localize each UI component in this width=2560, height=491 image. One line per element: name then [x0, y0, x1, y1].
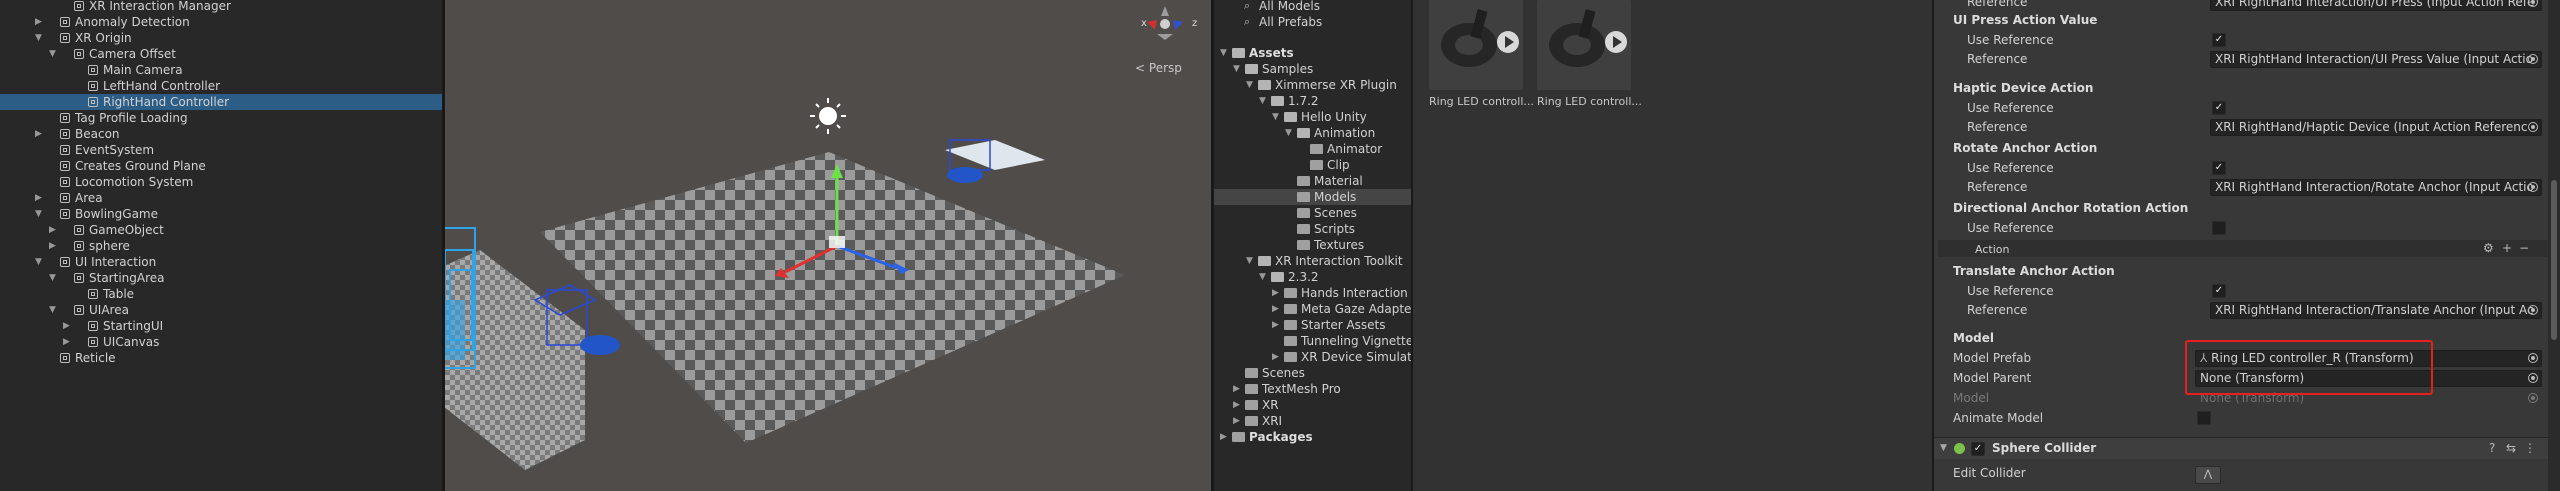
- reference-value: XRI RightHand Interaction/UI Press (Inpu…: [2215, 0, 2535, 9]
- object-picker-icon[interactable]: [2528, 305, 2538, 315]
- project-folder[interactable]: ▶ Packages: [1214, 429, 1411, 445]
- sphere-collider-header[interactable]: ▼ ✓ Sphere Collider ? ⇆ ⋮: [1934, 437, 2560, 459]
- preset-icon[interactable]: ⇆: [2506, 438, 2516, 459]
- use-reference-row: Use Reference: [0, 31, 2560, 50]
- reference-value: XRI RightHand Interaction/UI Press Value…: [2215, 52, 2533, 66]
- object-picker-icon[interactable]: [2528, 182, 2538, 192]
- section-header: UI Press Action Value: [1953, 13, 2098, 27]
- use-reference-row: Use Reference: [0, 99, 2560, 118]
- section-header: Rotate Anchor Action: [1953, 141, 2098, 155]
- section-directional: Directional Anchor Rotation Action: [0, 199, 2560, 218]
- reference-value: XRI RightHand Interaction/Translate Anch…: [2215, 303, 2534, 317]
- edit-collider-label: Edit Collider: [1953, 466, 2026, 480]
- use-reference-checkbox[interactable]: [2212, 221, 2226, 235]
- kebab-menu-icon[interactable]: ⋮: [2524, 438, 2536, 459]
- inspector-scrollbar[interactable]: [2548, 0, 2560, 491]
- model-label: Model: [1953, 391, 1990, 405]
- remove-icon[interactable]: −: [2519, 240, 2529, 257]
- edit-collider-button[interactable]: ⋀: [2195, 466, 2221, 484]
- model-value: None (Transform): [2200, 391, 2305, 405]
- folder-icon: [1232, 432, 1245, 442]
- action-label: Action: [1975, 243, 2010, 256]
- prefab-icon: ⅄: [2200, 351, 2208, 365]
- reference-label: Reference: [1967, 120, 2028, 134]
- section-header: Haptic Device Action: [1953, 81, 2094, 95]
- edit-collider-row: Edit Collider: [0, 464, 2560, 483]
- animate-model-label: Animate Model: [1953, 411, 2044, 425]
- section-header: Translate Anchor Action: [1953, 264, 2115, 278]
- reference-field[interactable]: XRI RightHand/Haptic Device (Input Actio…: [2210, 119, 2542, 136]
- model-parent-field[interactable]: None (Transform): [2195, 370, 2542, 387]
- section-ui-press-value: UI Press Action Value: [0, 11, 2560, 30]
- reference-row: Reference: [0, 118, 2560, 137]
- model-prefab-label: Model Prefab: [1953, 351, 2032, 365]
- scrollbar-thumb[interactable]: [2551, 180, 2557, 340]
- help-icon[interactable]: ?: [2489, 438, 2495, 459]
- use-reference-label: Use Reference: [1967, 33, 2054, 47]
- model-parent-label: Model Parent: [1953, 371, 2032, 385]
- section-translate: Translate Anchor Action: [0, 262, 2560, 281]
- use-reference-checkbox[interactable]: ✓: [2212, 33, 2226, 47]
- reference-label: Reference: [1967, 180, 2028, 194]
- reference-field[interactable]: XRI RightHand Interaction/Rotate Anchor …: [2210, 179, 2542, 196]
- add-icon[interactable]: +: [2502, 240, 2512, 257]
- reference-value: XRI RightHand Interaction/Rotate Anchor …: [2215, 180, 2534, 194]
- sphere-collider-icon: [1954, 443, 1965, 454]
- use-reference-checkbox[interactable]: ✓: [2212, 101, 2226, 115]
- model-prefab-value: Ring LED controller_R (Transform): [2211, 351, 2414, 365]
- object-picker-icon[interactable]: [2528, 122, 2538, 132]
- collapse-arrow-icon[interactable]: ▼: [1940, 438, 1947, 459]
- component-enabled-checkbox[interactable]: ✓: [1971, 442, 1985, 456]
- reference-label: Reference: [1967, 52, 2028, 66]
- reference-row: Reference: [0, 50, 2560, 69]
- reference-field[interactable]: XRI RightHand Interaction/Translate Anch…: [2210, 302, 2542, 319]
- object-picker-icon[interactable]: [2528, 353, 2538, 363]
- section-header: Model: [1953, 331, 1995, 345]
- component-title: Sphere Collider: [1992, 441, 2097, 455]
- model-row: Model: [0, 389, 2560, 408]
- top-reference-field[interactable]: XRI RightHand Interaction/UI Press (Inpu…: [2210, 0, 2542, 11]
- model-prefab-row: Model Prefab: [0, 349, 2560, 368]
- use-reference-checkbox[interactable]: ✓: [2212, 284, 2226, 298]
- use-reference-label: Use Reference: [1967, 101, 2054, 115]
- collapse-arrow-icon[interactable]: ▶: [1220, 429, 1227, 445]
- animate-model-row: Animate Model: [0, 409, 2560, 428]
- use-reference-row: Use Reference: [0, 219, 2560, 238]
- model-parent-value: None (Transform): [2200, 371, 2305, 385]
- reference-label: Reference: [1967, 303, 2028, 317]
- reference-row: Reference: [0, 178, 2560, 197]
- object-picker-icon: [2528, 393, 2538, 403]
- section-model: Model: [0, 329, 2560, 348]
- gear-icon[interactable]: ⚙: [2483, 240, 2494, 257]
- reference-row: Reference: [0, 301, 2560, 320]
- use-reference-row: Use Reference: [0, 282, 2560, 301]
- folder-label: Packages: [1249, 430, 1313, 444]
- animate-model-checkbox[interactable]: [2197, 411, 2211, 425]
- model-parent-row: Model Parent: [0, 369, 2560, 388]
- section-header: Directional Anchor Rotation Action: [1953, 201, 2189, 215]
- object-picker-icon[interactable]: [2528, 54, 2538, 64]
- use-reference-label: Use Reference: [1967, 161, 2054, 175]
- reference-field[interactable]: XRI RightHand Interaction/UI Press Value…: [2210, 51, 2542, 68]
- action-row: Action: [0, 240, 2560, 259]
- object-picker-icon[interactable]: [2528, 373, 2538, 383]
- model-prefab-field[interactable]: ⅄ Ring LED controller_R (Transform): [2195, 350, 2542, 367]
- model-field: None (Transform): [2195, 390, 2542, 407]
- use-reference-checkbox[interactable]: ✓: [2212, 161, 2226, 175]
- section-haptic: Haptic Device Action: [0, 79, 2560, 98]
- use-reference-row: Use Reference: [0, 159, 2560, 178]
- reference-value: XRI RightHand/Haptic Device (Input Actio…: [2215, 120, 2528, 134]
- use-reference-label: Use Reference: [1967, 221, 2054, 235]
- use-reference-label: Use Reference: [1967, 284, 2054, 298]
- section-rotate: Rotate Anchor Action: [0, 139, 2560, 158]
